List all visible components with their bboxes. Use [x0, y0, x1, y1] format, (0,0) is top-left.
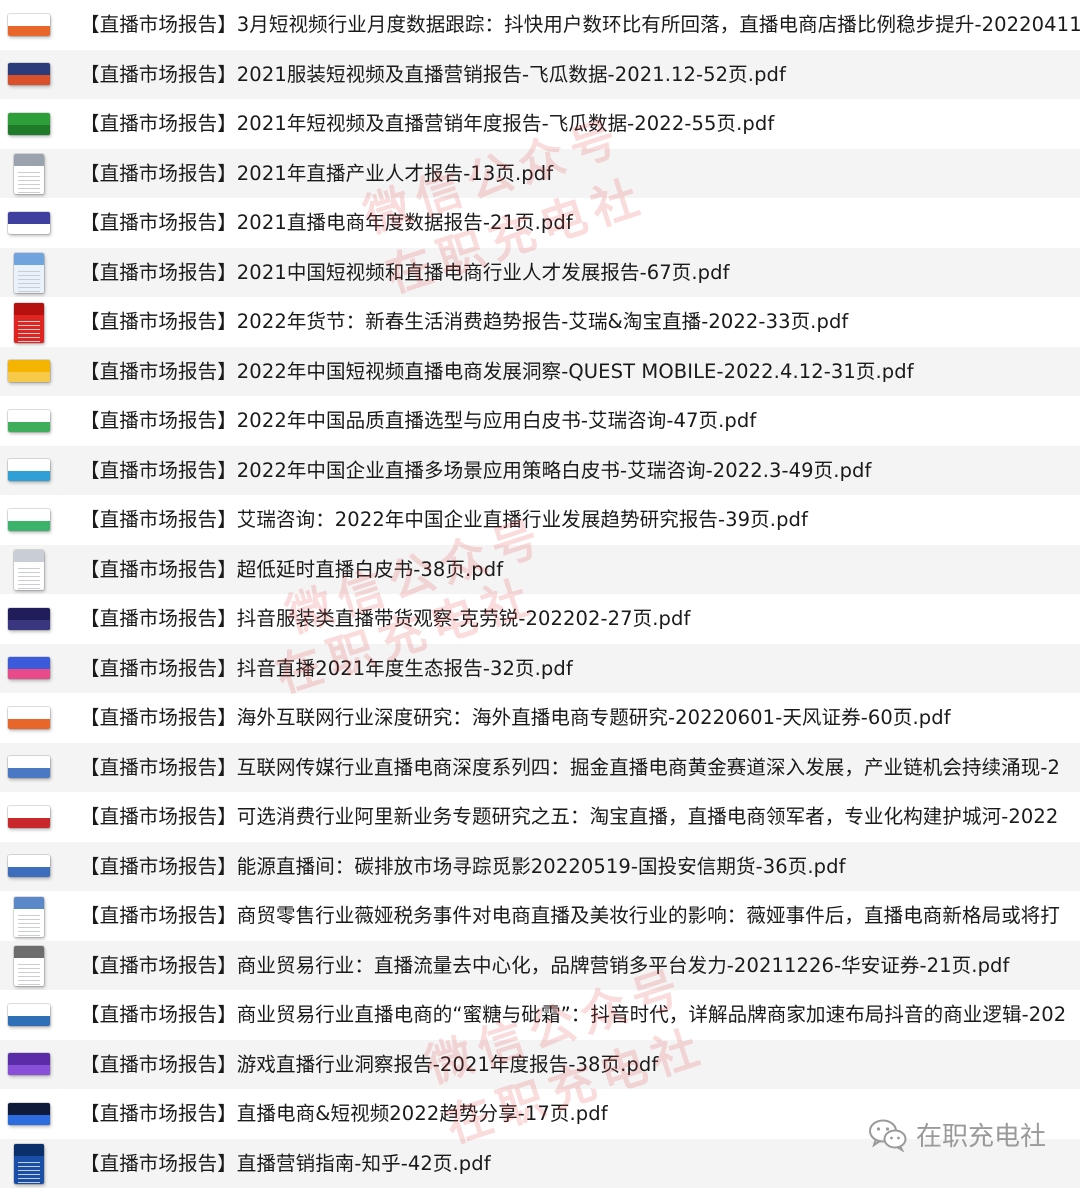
file-name: 【直播市场报告】艾瑞咨询：2022年中国企业直播行业发展趋势研究报告-39页.p…	[80, 495, 808, 544]
file-row[interactable]: 【直播市场报告】商业贸易行业：直播流量去中心化，品牌营销多平台发力-202112…	[0, 941, 1080, 991]
file-name: 【直播市场报告】2021中国短视频和直播电商行业人才发展报告-67页.pdf	[80, 248, 730, 297]
file-name: 【直播市场报告】抖音直播2021年度生态报告-32页.pdf	[80, 644, 573, 693]
file-name: 【直播市场报告】超低延时直播白皮书-38页.pdf	[80, 545, 503, 594]
file-row[interactable]: 【直播市场报告】商业贸易行业直播电商的“蜜糖与砒霜”：抖音时代，详解品牌商家加速…	[0, 990, 1080, 1040]
pdf-thumbnail-icon	[7, 702, 51, 734]
file-name: 【直播市场报告】2022年中国品质直播选型与应用白皮书-艾瑞咨询-47页.pdf	[80, 396, 756, 445]
file-name: 【直播市场报告】2022年中国短视频直播电商发展洞察-QUEST MOBILE-…	[80, 347, 914, 396]
pdf-thumbnail-icon	[7, 454, 51, 486]
file-row[interactable]: 【直播市场报告】商贸零售行业薇娅税务事件对电商直播及美妆行业的影响：薇娅事件后，…	[0, 891, 1080, 941]
file-name: 【直播市场报告】海外互联网行业深度研究：海外直播电商专题研究-20220601-…	[80, 693, 951, 742]
file-row[interactable]: 【直播市场报告】3月短视频行业月度数据跟踪：抖快用户数环比有所回落，直播电商店播…	[0, 0, 1080, 50]
pdf-thumbnail-icon	[7, 504, 51, 536]
file-name: 【直播市场报告】2021服装短视频及直播营销报告-飞瓜数据-2021.12-52…	[80, 50, 786, 99]
file-name: 【直播市场报告】2021年短视频及直播营销年度报告-飞瓜数据-2022-55页.…	[80, 99, 774, 148]
file-row[interactable]: 【直播市场报告】2021年直播产业人才报告-13页.pdf	[0, 149, 1080, 199]
file-row[interactable]: 【直播市场报告】2021服装短视频及直播营销报告-飞瓜数据-2021.12-52…	[0, 50, 1080, 100]
pdf-thumbnail-icon	[7, 58, 51, 90]
pdf-thumbnail-icon	[7, 751, 51, 783]
brand-name: 在职充电社	[916, 1116, 1046, 1153]
file-name: 【直播市场报告】游戏直播行业洞察报告-2021年度报告-38页.pdf	[80, 1040, 658, 1089]
pdf-thumbnail-icon	[7, 405, 51, 437]
file-name: 【直播市场报告】互联网传媒行业直播电商深度系列四：掘金直播电商黄金赛道深入发展，…	[80, 743, 1060, 792]
pdf-thumbnail-icon	[7, 603, 51, 635]
pdf-thumbnail-icon	[7, 256, 51, 288]
file-name: 【直播市场报告】能源直播间：碳排放市场寻踪觅影20220519-国投安信期货-3…	[80, 842, 846, 891]
file-row[interactable]: 【直播市场报告】2021直播电商年度数据报告-21页.pdf	[0, 198, 1080, 248]
file-name: 【直播市场报告】商业贸易行业：直播流量去中心化，品牌营销多平台发力-202112…	[80, 941, 1010, 990]
file-name: 【直播市场报告】商业贸易行业直播电商的“蜜糖与砒霜”：抖音时代，详解品牌商家加速…	[80, 990, 1066, 1039]
file-row[interactable]: 【直播市场报告】抖音服装类直播带货观察-克劳锐-202202-27页.pdf	[0, 594, 1080, 644]
pdf-thumbnail-icon	[7, 850, 51, 882]
file-name: 【直播市场报告】2022年中国企业直播多场景应用策略白皮书-艾瑞咨询-2022.…	[80, 446, 872, 495]
file-name: 【直播市场报告】可选消费行业阿里新业务专题研究之五：淘宝直播，直播电商领军者，专…	[80, 792, 1058, 841]
file-row[interactable]: 【直播市场报告】游戏直播行业洞察报告-2021年度报告-38页.pdf	[0, 1040, 1080, 1090]
pdf-thumbnail-icon	[7, 355, 51, 387]
file-row[interactable]: 【直播市场报告】能源直播间：碳排放市场寻踪觅影20220519-国投安信期货-3…	[0, 842, 1080, 892]
file-name: 【直播市场报告】2021直播电商年度数据报告-21页.pdf	[80, 198, 573, 247]
file-name: 【直播市场报告】抖音服装类直播带货观察-克劳锐-202202-27页.pdf	[80, 594, 690, 643]
pdf-thumbnail-icon	[7, 652, 51, 684]
pdf-thumbnail-icon	[7, 1048, 51, 1080]
file-row[interactable]: 【直播市场报告】2021中国短视频和直播电商行业人才发展报告-67页.pdf	[0, 248, 1080, 298]
pdf-thumbnail-icon	[7, 553, 51, 585]
file-name: 【直播市场报告】2021年直播产业人才报告-13页.pdf	[80, 149, 553, 198]
pdf-thumbnail-icon	[7, 306, 51, 338]
file-name: 【直播市场报告】2022年货节：新春生活消费趋势报告-艾瑞&淘宝直播-2022-…	[80, 297, 848, 346]
file-row[interactable]: 【直播市场报告】2022年中国企业直播多场景应用策略白皮书-艾瑞咨询-2022.…	[0, 446, 1080, 496]
file-row[interactable]: 【直播市场报告】2022年中国品质直播选型与应用白皮书-艾瑞咨询-47页.pdf	[0, 396, 1080, 446]
file-row[interactable]: 【直播市场报告】超低延时直播白皮书-38页.pdf	[0, 545, 1080, 595]
file-row[interactable]: 【直播市场报告】互联网传媒行业直播电商深度系列四：掘金直播电商黄金赛道深入发展，…	[0, 743, 1080, 793]
wechat-icon	[868, 1118, 908, 1152]
pdf-thumbnail-icon	[7, 949, 51, 981]
pdf-thumbnail-icon	[7, 999, 51, 1031]
pdf-thumbnail-icon	[7, 900, 51, 932]
file-row[interactable]: 【直播市场报告】2022年中国短视频直播电商发展洞察-QUEST MOBILE-…	[0, 347, 1080, 397]
file-row[interactable]: 【直播市场报告】抖音直播2021年度生态报告-32页.pdf	[0, 644, 1080, 694]
pdf-thumbnail-icon	[7, 9, 51, 41]
pdf-thumbnail-icon	[7, 1098, 51, 1130]
file-list: 【直播市场报告】3月短视频行业月度数据跟踪：抖快用户数环比有所回落，直播电商店播…	[0, 0, 1080, 1188]
file-name: 【直播市场报告】直播电商&短视频2022趋势分享-17页.pdf	[80, 1089, 608, 1138]
file-row[interactable]: 【直播市场报告】艾瑞咨询：2022年中国企业直播行业发展趋势研究报告-39页.p…	[0, 495, 1080, 545]
file-name: 【直播市场报告】商贸零售行业薇娅税务事件对电商直播及美妆行业的影响：薇娅事件后，…	[80, 891, 1060, 940]
file-row[interactable]: 【直播市场报告】海外互联网行业深度研究：海外直播电商专题研究-20220601-…	[0, 693, 1080, 743]
pdf-thumbnail-icon	[7, 108, 51, 140]
pdf-thumbnail-icon	[7, 1147, 51, 1179]
file-row[interactable]: 【直播市场报告】可选消费行业阿里新业务专题研究之五：淘宝直播，直播电商领军者，专…	[0, 792, 1080, 842]
pdf-thumbnail-icon	[7, 207, 51, 239]
pdf-thumbnail-icon	[7, 801, 51, 833]
pdf-thumbnail-icon	[7, 157, 51, 189]
file-row[interactable]: 【直播市场报告】2021年短视频及直播营销年度报告-飞瓜数据-2022-55页.…	[0, 99, 1080, 149]
brand-signature: 在职充电社	[868, 1116, 1046, 1153]
file-name: 【直播市场报告】直播营销指南-知乎-42页.pdf	[80, 1139, 491, 1188]
file-name: 【直播市场报告】3月短视频行业月度数据跟踪：抖快用户数环比有所回落，直播电商店播…	[80, 0, 1080, 49]
file-row[interactable]: 【直播市场报告】2022年货节：新春生活消费趋势报告-艾瑞&淘宝直播-2022-…	[0, 297, 1080, 347]
